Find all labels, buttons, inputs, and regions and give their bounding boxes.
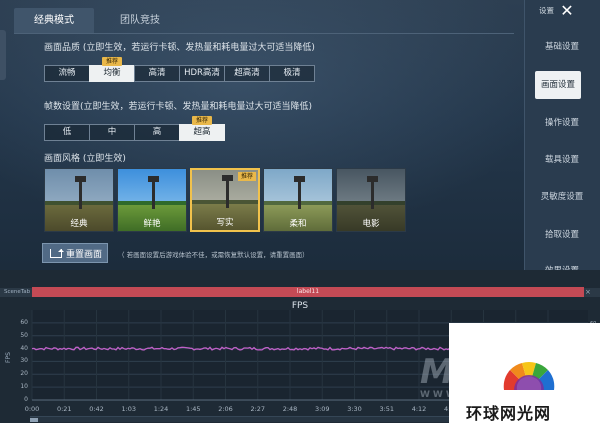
thumbnail-tower xyxy=(75,176,86,209)
sidebar-item[interactable]: 载具设置 xyxy=(524,148,600,172)
scrollbar-thumb[interactable] xyxy=(30,418,38,422)
style-thumbnail[interactable]: 写实 推荐 xyxy=(190,168,260,232)
quality-option[interactable]: HDR高清 xyxy=(179,65,225,82)
framerate-option[interactable]: 中 xyxy=(89,124,135,141)
y-tick-label: 10 xyxy=(20,383,28,391)
style-thumbnail[interactable]: 经典 xyxy=(44,168,114,232)
style-thumbnail[interactable]: 鲜艳 xyxy=(117,168,187,232)
style-label: 电影 xyxy=(362,219,380,229)
style-label: 写实 xyxy=(216,218,234,228)
thumbnail-tower xyxy=(222,175,233,208)
style-label: 经典 xyxy=(70,219,88,229)
reset-hint: （ 若画面设置后游戏体验不佳，或需恢复默认设置，请重置画面） xyxy=(118,251,309,259)
thumbnail-tower xyxy=(294,176,305,209)
style-label: 柔和 xyxy=(289,219,307,229)
y-tick-label: 20 xyxy=(20,370,28,378)
quality-option[interactable]: 推荐 均衡 xyxy=(89,57,135,82)
graphics-settings-panel: 经典模式 团队竞技 画面品质 (立即生效，若运行卡顿、发热量和耗电量过大可适当降… xyxy=(0,0,600,270)
tabs-divider xyxy=(14,33,514,34)
y-tick-label: 40 xyxy=(20,344,28,352)
mode-tabs: 经典模式 团队竞技 xyxy=(14,8,180,34)
x-tick-label: 2:06 xyxy=(218,405,233,413)
reset-graphics-label: 重置画面 xyxy=(66,249,103,260)
x-tick-label: 1:03 xyxy=(121,405,137,413)
quality-option[interactable]: 高清 xyxy=(134,65,180,82)
quality-title: 画面品质 (立即生效，若运行卡顿、发热量和耗电量过大可适当降低) xyxy=(44,43,315,53)
quality-option[interactable]: 超高清 xyxy=(224,65,270,82)
framerate-option-label: 超高 xyxy=(193,127,211,137)
recommended-tag: 推荐 xyxy=(191,116,213,125)
x-tick-label: 3:51 xyxy=(379,405,395,413)
quality-option-label: 均衡 xyxy=(103,68,121,78)
y-tick-label: 60 xyxy=(20,318,28,326)
monitor-reset-icon xyxy=(50,248,64,258)
left-edge-handle[interactable] xyxy=(0,30,6,80)
framerate-option[interactable]: 低 xyxy=(44,124,90,141)
thumbnail-tower xyxy=(367,176,378,209)
sidebar-item[interactable]: 操作设置 xyxy=(524,111,600,135)
close-icon[interactable]: ✕ xyxy=(558,2,576,20)
y-tick-label: 0 xyxy=(24,396,28,403)
framerate-option[interactable]: 推荐 超高 xyxy=(179,116,225,141)
sidebar-item[interactable]: 效果设置 xyxy=(524,259,600,270)
recommended-tag: 推荐 xyxy=(237,172,256,181)
x-tick-label: 0:00 xyxy=(24,405,40,413)
settings-header: 设置 xyxy=(539,6,554,15)
x-tick-label: 4:12 xyxy=(411,405,427,413)
framerate-title: 帧数设置(立即生效，若运行卡顿、发热量和耗电量过大可适当降低) xyxy=(44,102,313,112)
sidebar-item[interactable]: 画面设置 xyxy=(535,71,581,99)
sidebar-item[interactable]: 拾取设置 xyxy=(524,223,600,247)
recommended-tag: 推荐 xyxy=(101,57,123,66)
quality-options: 流畅 推荐 均衡 高清 HDR高清 超高清 极清 xyxy=(44,57,315,82)
style-title: 画面风格 (立即生效) xyxy=(44,154,126,164)
watermark-logo-icon xyxy=(503,362,555,390)
framerate-options: 低中高推荐 超高 xyxy=(44,116,225,141)
style-options: 经典 鲜艳 写实 推荐柔和 电影 xyxy=(44,168,406,232)
quality-option[interactable]: 极清 xyxy=(269,65,315,82)
style-label: 鲜艳 xyxy=(143,219,161,229)
style-thumbnail[interactable]: 电影 xyxy=(336,168,406,232)
y-tick-label: 50 xyxy=(20,331,28,339)
thumbnail-tower xyxy=(148,176,159,209)
tab-team[interactable]: 团队竞技 xyxy=(100,8,180,34)
tab-classic[interactable]: 经典模式 xyxy=(14,8,94,34)
x-tick-label: 2:27 xyxy=(250,405,266,413)
x-tick-label: 3:09 xyxy=(314,405,330,413)
sidebar-item[interactable]: 基础设置 xyxy=(524,35,600,59)
sidebar-item[interactable]: 灵敏度设置 xyxy=(524,185,600,209)
x-tick-label: 3:30 xyxy=(347,405,362,413)
x-tick-label: 1:24 xyxy=(153,405,169,413)
framerate-option[interactable]: 高 xyxy=(134,124,180,141)
x-tick-label: 0:42 xyxy=(89,405,104,413)
reset-graphics-button[interactable]: 重置画面 xyxy=(42,243,108,263)
x-tick-label: 0:21 xyxy=(56,405,72,413)
x-tick-label: 2:48 xyxy=(282,405,298,413)
style-thumbnail[interactable]: 柔和 xyxy=(263,168,333,232)
x-tick-label: 1:45 xyxy=(185,405,201,413)
watermark-text: 环球网光网 xyxy=(466,404,552,423)
quality-option[interactable]: 流畅 xyxy=(44,65,90,82)
y-tick-label: 30 xyxy=(20,357,28,365)
